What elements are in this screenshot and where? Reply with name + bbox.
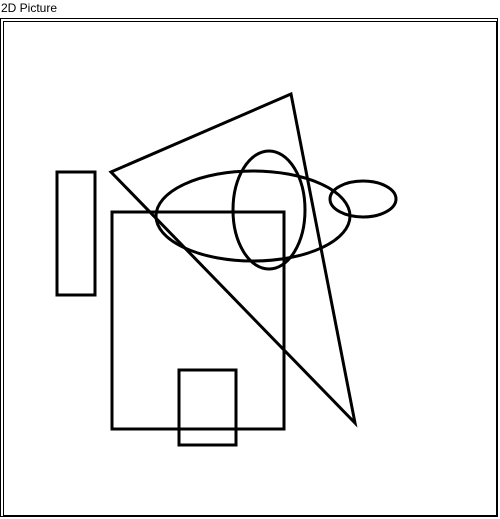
tall-rectangle xyxy=(55,170,97,297)
small-rectangle xyxy=(177,368,238,447)
drawing-surface xyxy=(55,91,398,447)
wide-ellipse xyxy=(154,169,352,263)
app-window: 2D Picture xyxy=(0,0,500,519)
triangle xyxy=(108,91,358,428)
small-ellipse xyxy=(328,179,398,219)
tall-ellipse xyxy=(231,149,307,271)
large-square xyxy=(110,210,286,431)
